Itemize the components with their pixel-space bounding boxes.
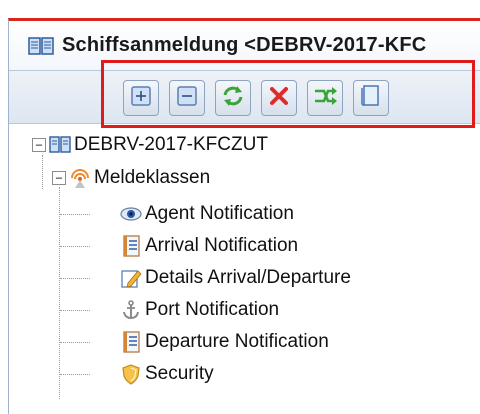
tree-node-meldeklassen[interactable]: − Meldeklassen [52,162,210,194]
edit-icon [120,267,142,289]
eye-icon [120,203,142,225]
tree-item-label: Arrival Notification [145,235,299,256]
tab-title: Schiffsanmeldung <DEBRV-2017-KFC [62,34,427,56]
tree-item-agent-notification[interactable]: Agent Notification [120,198,294,230]
schiffsanmeldung-window: Schiffsanmeldung <DEBRV-2017-KFC − DEBRV… [0,0,480,414]
tree-item-label: Departure Notification [145,331,329,352]
shield-icon [120,363,142,385]
tree-node-label: DEBRV-2017-KFCZUT [74,134,268,155]
book-icon [28,36,54,56]
anchor-icon [120,299,142,321]
tree-item-security[interactable]: Security [120,358,214,390]
tree-item-label: Details Arrival/Departure [145,267,351,288]
collapse-toggle[interactable]: − [32,138,46,152]
form-icon [120,235,142,257]
signal-icon [69,167,91,189]
tree-item-details-arrival-departure[interactable]: Details Arrival/Departure [120,262,351,294]
tree-view: − DEBRV-2017-KFCZUT − Meldeklassen Agent… [0,125,480,414]
tree-item-arrival-notification[interactable]: Arrival Notification [120,230,298,262]
book-icon [49,134,71,156]
tree-item-label: Port Notification [145,299,280,320]
toolbar-highlight-box [101,60,475,128]
collapse-toggle[interactable]: − [52,171,66,185]
form-icon [120,331,142,353]
tree-node-root[interactable]: − DEBRV-2017-KFCZUT [32,129,268,161]
tree-item-port-notification[interactable]: Port Notification [120,294,279,326]
tree-node-label: Meldeklassen [94,167,211,188]
tree-item-label: Security [145,363,214,384]
tree-item-label: Agent Notification [145,203,294,224]
tree-item-departure-notification[interactable]: Departure Notification [120,326,329,358]
